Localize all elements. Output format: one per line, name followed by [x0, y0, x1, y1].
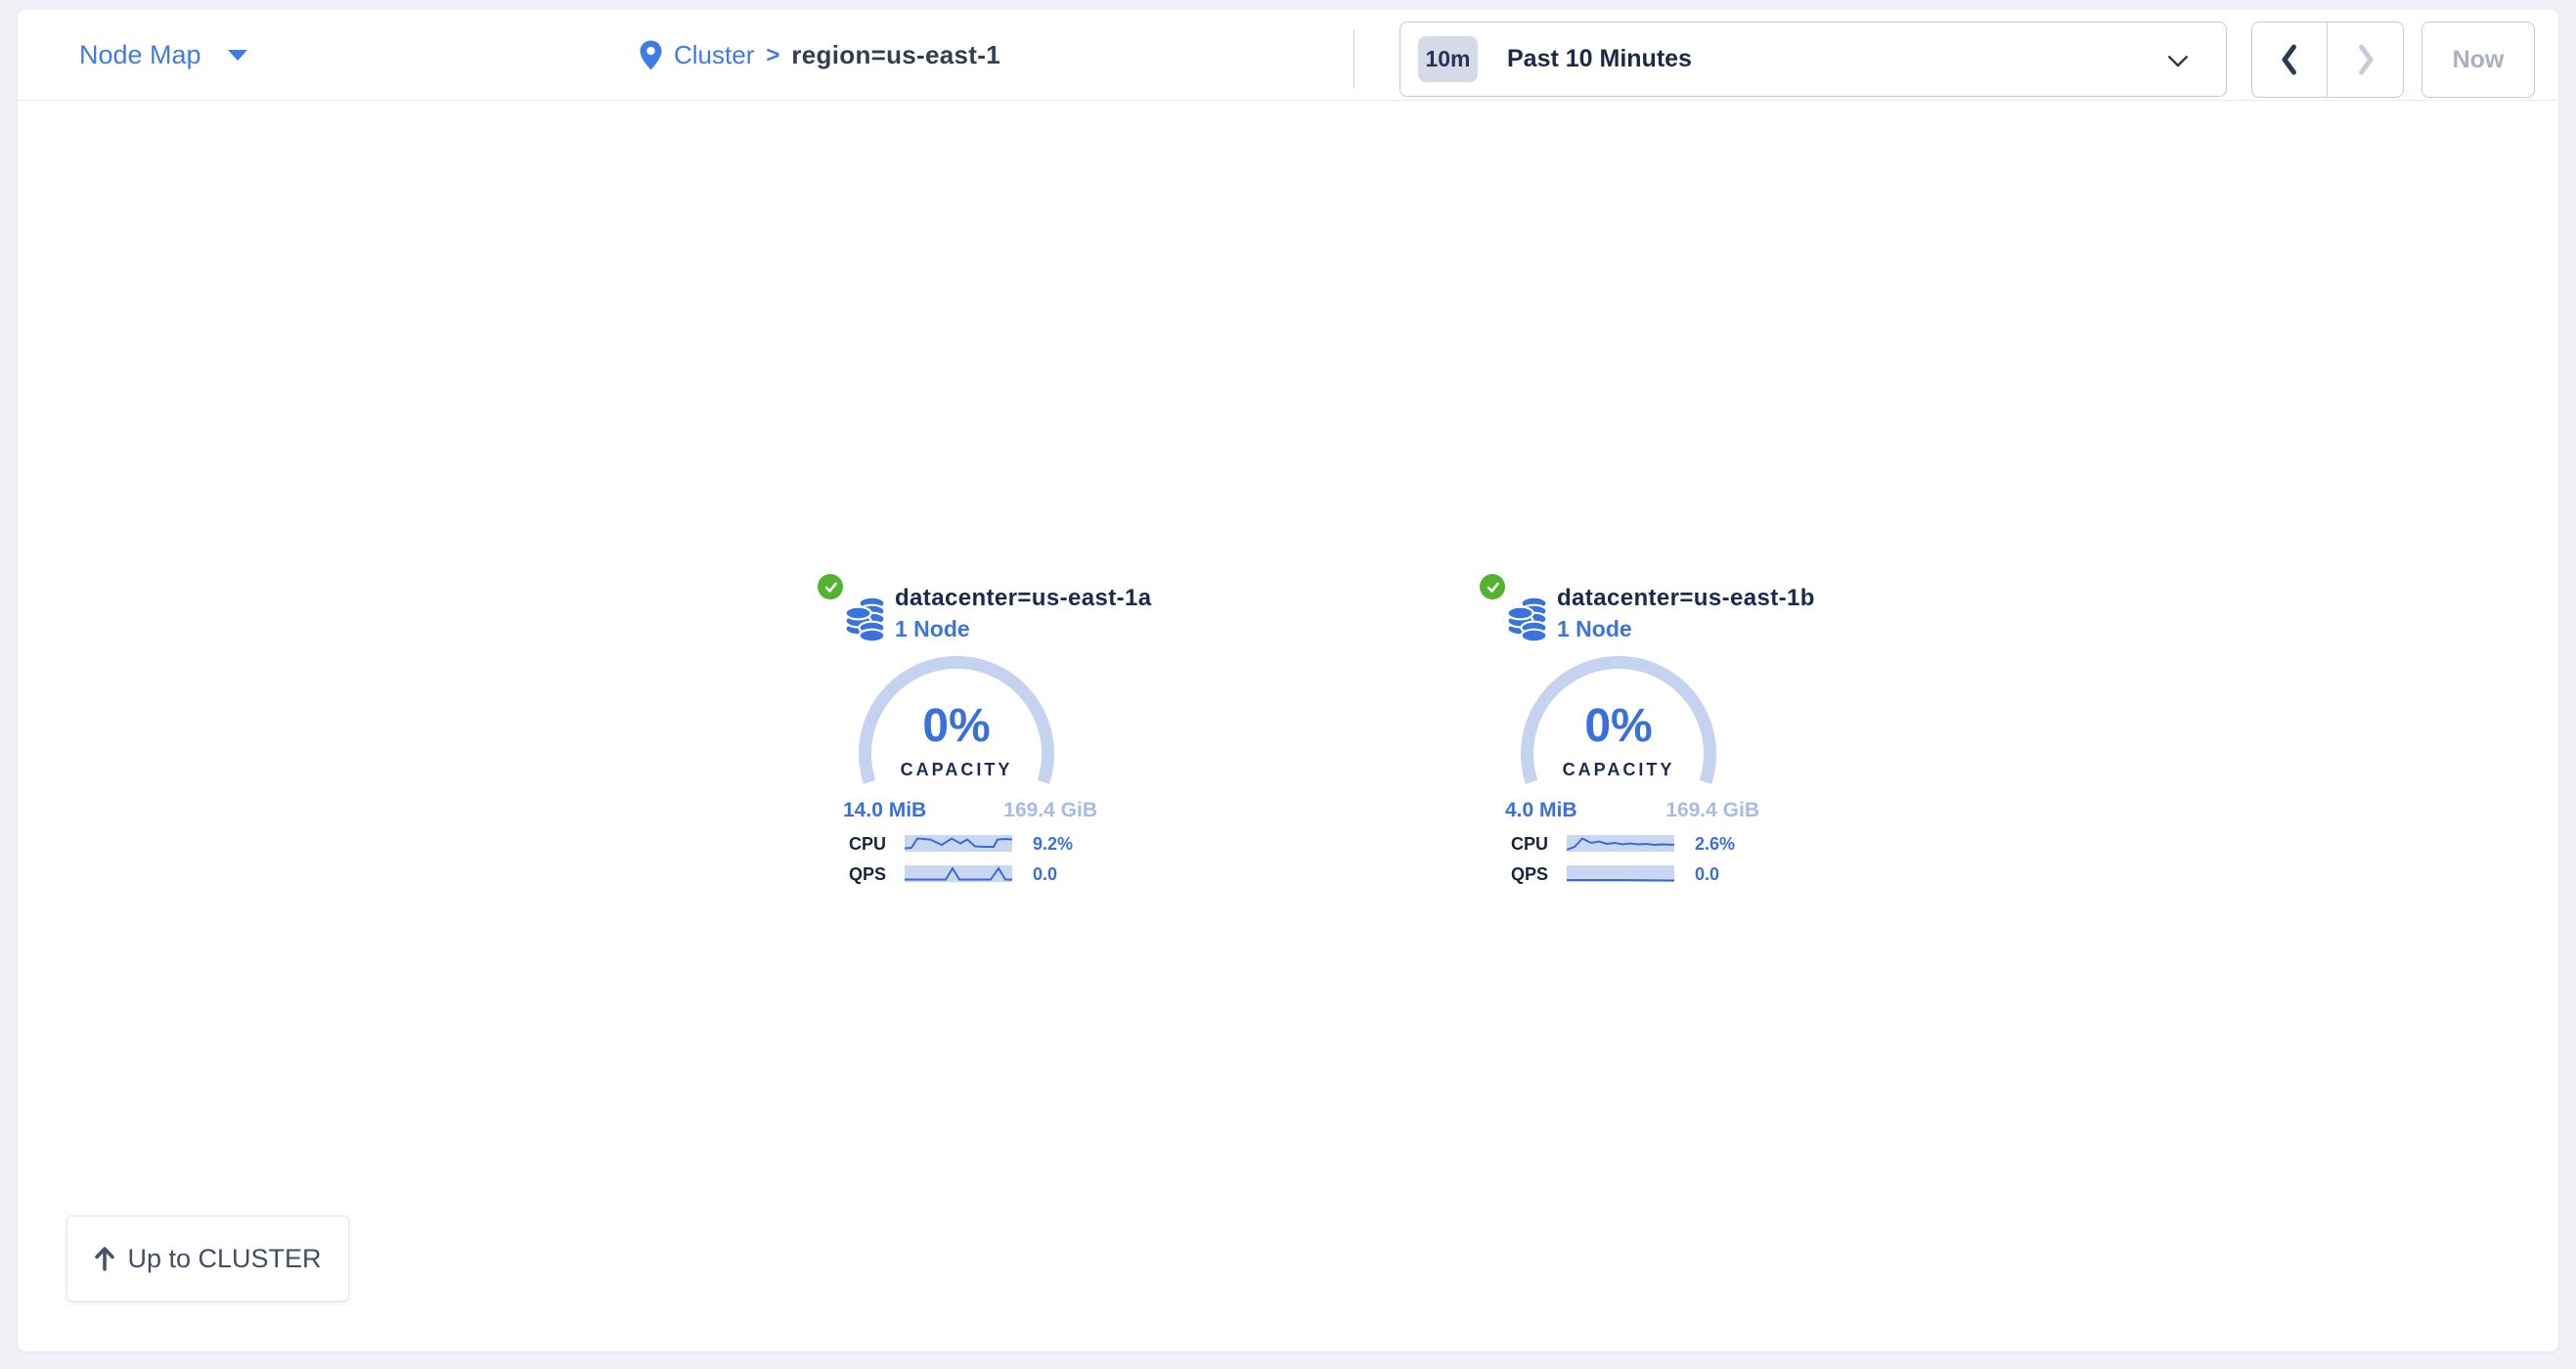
cpu-label: CPU	[849, 834, 903, 855]
locality-node-count: 1 Node	[895, 616, 970, 642]
locality-node-count: 1 Node	[1557, 616, 1632, 642]
qps-label: QPS	[1511, 864, 1565, 885]
storage-row: 14.0 MiB 169.4 GiB	[843, 799, 1097, 822]
previous-time-button[interactable]	[2252, 22, 2328, 97]
locality-card-us-east-1a[interactable]: datacenter=us-east-1a 1 Node 0% CAPACITY…	[810, 572, 1113, 900]
capacity-caption: CAPACITY	[1513, 760, 1724, 780]
healthy-check-icon	[1480, 574, 1505, 599]
up-to-cluster-button[interactable]: Up to CLUSTER	[67, 1215, 349, 1302]
caret-down-icon	[227, 49, 248, 62]
time-window-label: Past 10 Minutes	[1507, 45, 1692, 73]
locality-card-us-east-1b[interactable]: datacenter=us-east-1b 1 Node 0% CAPACITY…	[1472, 572, 1775, 900]
node-map-canvas: datacenter=us-east-1a 1 Node 0% CAPACITY…	[18, 102, 2558, 1351]
qps-metric-row: QPS 0.0	[1472, 864, 1775, 884]
qps-sparkline	[1567, 865, 1674, 882]
time-window-badge: 10m	[1418, 36, 1478, 82]
cpu-sparkline	[1567, 835, 1674, 852]
database-stack-icon	[1507, 596, 1548, 644]
chevron-right-icon	[2355, 43, 2376, 76]
cpu-label: CPU	[1511, 834, 1565, 855]
qps-label: QPS	[849, 864, 903, 885]
breadcrumb: Cluster > region=us-east-1	[640, 10, 1000, 101]
capacity-caption: CAPACITY	[851, 760, 1062, 780]
capacity-gauge-arc	[851, 648, 1062, 860]
breadcrumb-current: region=us-east-1	[791, 40, 1000, 70]
chevron-left-icon	[2279, 43, 2300, 76]
breadcrumb-cluster-link[interactable]: Cluster	[674, 40, 754, 70]
cpu-value: 9.2%	[1033, 834, 1073, 855]
chevron-down-icon	[2167, 55, 2189, 67]
time-window-select[interactable]: 10m Past 10 Minutes	[1399, 22, 2227, 97]
qps-value: 0.0	[1033, 864, 1057, 885]
qps-sparkline	[905, 865, 1012, 882]
header-bar: Node Map Cluster > region=us-east-1 10m …	[18, 10, 2558, 101]
capacity-percent: 0%	[1513, 699, 1724, 753]
database-stack-icon	[845, 596, 886, 644]
next-time-button[interactable]	[2328, 22, 2403, 97]
time-step-buttons	[2251, 22, 2404, 98]
locality-title: datacenter=us-east-1a	[895, 585, 1152, 612]
breadcrumb-separator: >	[766, 42, 779, 69]
view-switcher-dropdown[interactable]: Node Map	[79, 10, 248, 101]
view-switcher-label: Node Map	[79, 40, 201, 70]
healthy-check-icon	[818, 574, 843, 599]
node-map-panel: Node Map Cluster > region=us-east-1 10m …	[18, 10, 2558, 1351]
up-to-cluster-label: Up to CLUSTER	[127, 1244, 321, 1274]
qps-value: 0.0	[1695, 864, 1719, 885]
arrow-up-icon	[94, 1246, 115, 1271]
location-pin-icon	[640, 40, 662, 70]
cpu-sparkline	[905, 835, 1012, 852]
cpu-value: 2.6%	[1695, 834, 1735, 855]
capacity-gauge-arc	[1513, 648, 1724, 860]
storage-row: 4.0 MiB 169.4 GiB	[1505, 799, 1759, 822]
cpu-metric-row: CPU 9.2%	[810, 834, 1113, 854]
node-map-page: { "header": { "nav_label": "Node Map", "…	[0, 0, 2576, 1369]
header-divider	[1354, 29, 1355, 88]
qps-metric-row: QPS 0.0	[810, 864, 1113, 884]
locality-title: datacenter=us-east-1b	[1557, 585, 1815, 612]
capacity-used: 4.0 MiB	[1505, 799, 1577, 822]
capacity-total: 169.4 GiB	[1666, 799, 1759, 822]
capacity-used: 14.0 MiB	[843, 799, 926, 822]
capacity-total: 169.4 GiB	[1003, 799, 1097, 822]
now-button[interactable]: Now	[2421, 22, 2535, 98]
capacity-percent: 0%	[851, 699, 1062, 753]
cpu-metric-row: CPU 2.6%	[1472, 834, 1775, 854]
